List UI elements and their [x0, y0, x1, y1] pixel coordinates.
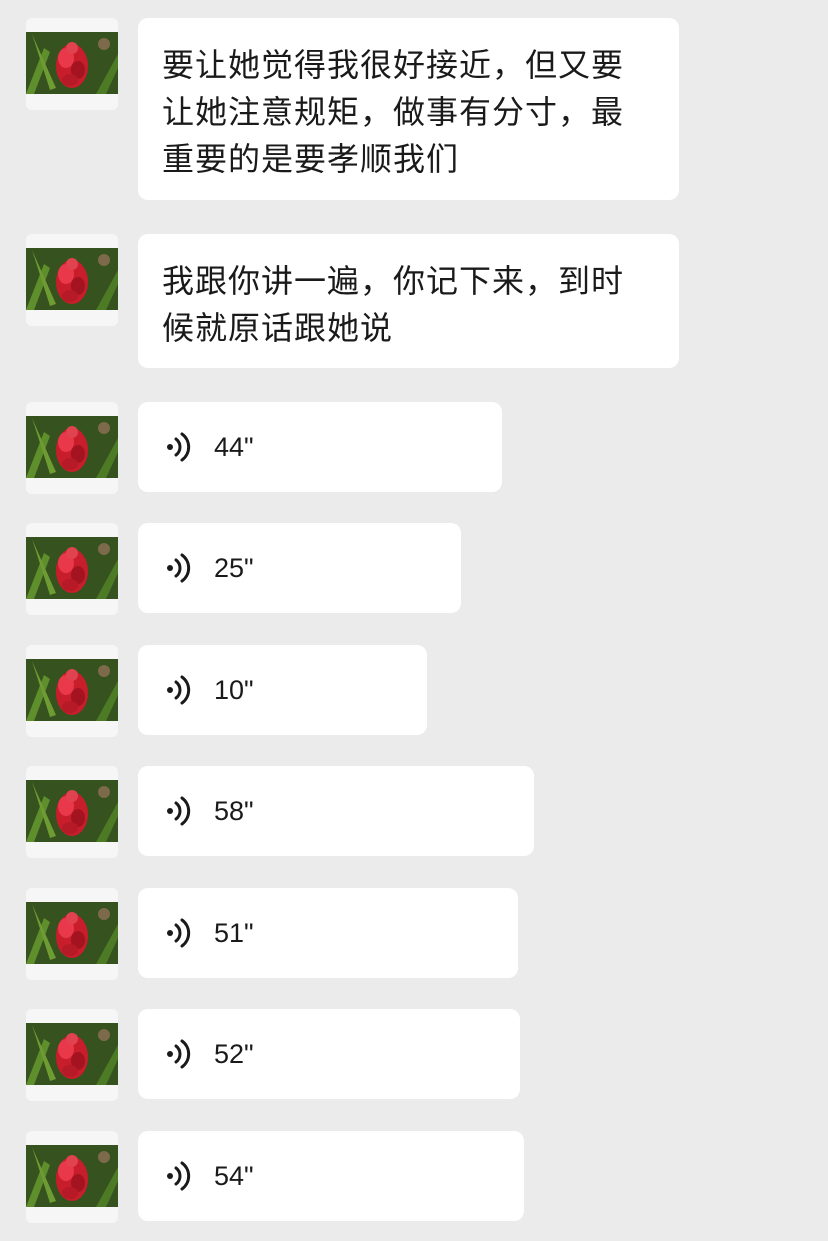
avatar[interactable] — [26, 645, 118, 737]
avatar[interactable] — [26, 766, 118, 858]
avatar[interactable] — [26, 1009, 118, 1101]
avatar[interactable] — [26, 523, 118, 615]
voice-message-bubble[interactable]: 54" — [138, 1131, 524, 1221]
flower-avatar-image — [26, 402, 118, 494]
voice-wave-icon — [167, 918, 191, 948]
voice-message-bubble[interactable]: 10" — [138, 645, 427, 735]
voice-duration: 10" — [214, 674, 254, 705]
flower-avatar-image — [26, 1131, 118, 1223]
text-message-bubble[interactable]: 我跟你讲一遍，你记下来，到时候就原话跟她说 — [138, 234, 679, 368]
avatar[interactable] — [26, 234, 118, 326]
flower-avatar-image — [26, 523, 118, 615]
voice-duration: 44" — [214, 431, 254, 462]
voice-wave-icon — [167, 796, 191, 826]
voice-duration: 54" — [214, 1160, 254, 1191]
message-text: 要让她觉得我很好接近，但又要让她注意规矩，做事有分寸，最重要的是要孝顺我们 — [162, 46, 625, 178]
flower-avatar-image — [26, 1009, 118, 1101]
voice-message-bubble[interactable]: 51" — [138, 888, 518, 978]
flower-avatar-image — [26, 766, 118, 858]
voice-duration: 52" — [214, 1038, 254, 1069]
voice-duration: 51" — [214, 917, 254, 948]
flower-avatar-image — [26, 18, 118, 110]
avatar[interactable] — [26, 888, 118, 980]
voice-message-bubble[interactable]: 25" — [138, 523, 461, 613]
voice-message-bubble[interactable]: 58" — [138, 766, 534, 856]
voice-wave-icon — [167, 432, 191, 462]
avatar[interactable] — [26, 402, 118, 494]
voice-wave-icon — [167, 553, 191, 583]
avatar[interactable] — [26, 18, 118, 110]
voice-wave-icon — [167, 675, 191, 705]
chat-message-list: 要让她觉得我很好接近，但又要让她注意规矩，做事有分寸，最重要的是要孝顺我们 我跟… — [0, 0, 828, 1241]
voice-duration: 58" — [214, 795, 254, 826]
flower-avatar-image — [26, 888, 118, 980]
message-text: 我跟你讲一遍，你记下来，到时候就原话跟她说 — [162, 262, 625, 347]
voice-message-bubble[interactable]: 52" — [138, 1009, 520, 1099]
voice-message-bubble[interactable]: 44" — [138, 402, 502, 492]
flower-avatar-image — [26, 234, 118, 326]
text-message-bubble[interactable]: 要让她觉得我很好接近，但又要让她注意规矩，做事有分寸，最重要的是要孝顺我们 — [138, 18, 679, 200]
flower-avatar-image — [26, 645, 118, 737]
voice-wave-icon — [167, 1161, 191, 1191]
voice-wave-icon — [167, 1039, 191, 1069]
avatar[interactable] — [26, 1131, 118, 1223]
voice-duration: 25" — [214, 552, 254, 583]
